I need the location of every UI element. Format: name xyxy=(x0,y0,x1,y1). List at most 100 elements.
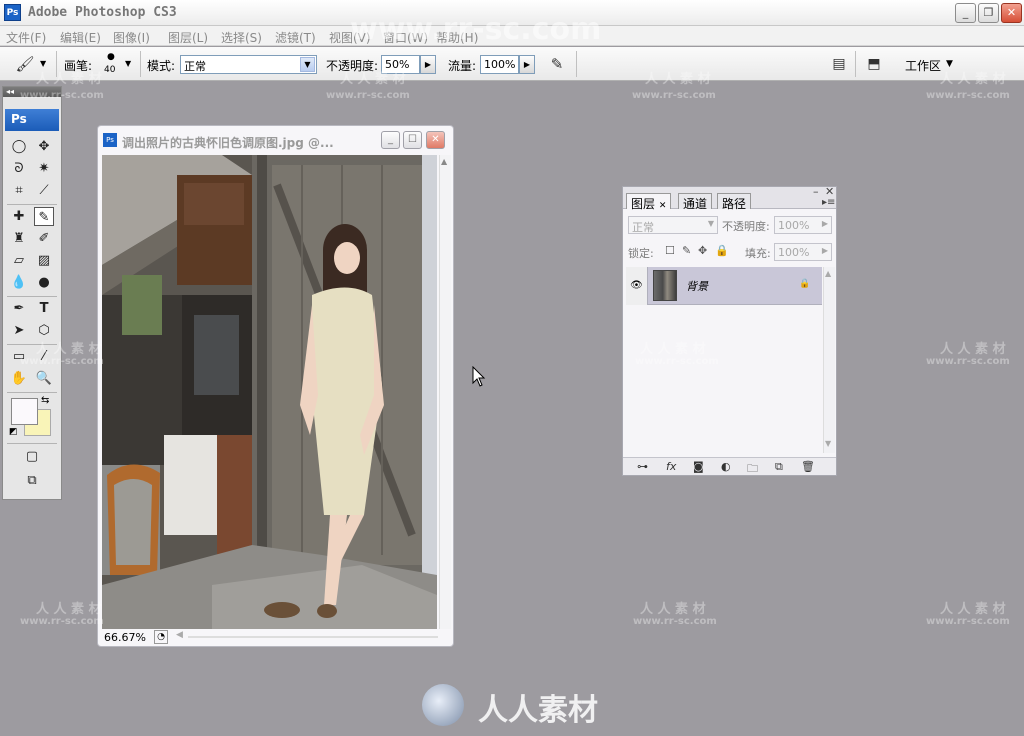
panel-minimize-icon[interactable]: – xyxy=(813,185,819,198)
menu-filter[interactable]: 滤镜(T) xyxy=(275,29,316,46)
move-tool-icon[interactable]: ✥ xyxy=(34,137,54,156)
screen-mode-icon[interactable]: ⧉ xyxy=(22,471,42,490)
layer-lock-icon: 🔒 xyxy=(799,279,811,289)
layer-opacity-value: 100% xyxy=(778,219,810,232)
healing-brush-tool-icon[interactable]: ✚ xyxy=(9,207,29,226)
minimize-button[interactable]: _ xyxy=(955,3,976,23)
separator xyxy=(855,51,856,77)
menu-edit[interactable]: 编辑(E) xyxy=(60,29,101,46)
quick-mask-icon[interactable]: ▢ xyxy=(22,447,42,466)
document-window: Ps 调出照片的古典怀旧色调原图.jpg @... _ ☐ ✕ ▲ 66.67%… xyxy=(97,125,454,647)
flow-input[interactable]: 100% xyxy=(480,55,519,74)
lock-position-icon[interactable]: ✥ xyxy=(698,244,707,257)
palette-well-icon[interactable]: ▤ xyxy=(828,53,850,75)
restore-button[interactable]: ❐ xyxy=(978,3,999,23)
workspace-button[interactable]: 工作区 xyxy=(905,57,941,74)
lock-all-icon[interactable]: 🔒 xyxy=(715,244,729,257)
tab-paths[interactable]: 路径 xyxy=(717,193,752,211)
chevron-down-icon: ▼ xyxy=(300,57,315,72)
adjustment-layer-icon[interactable]: ◐ xyxy=(721,460,731,473)
doc-minimize-button[interactable]: _ xyxy=(381,131,400,149)
brush-size[interactable]: 40 xyxy=(104,65,115,75)
document-horizontal-scrollbar[interactable] xyxy=(188,636,438,638)
new-layer-icon[interactable]: ⧉ xyxy=(775,460,783,474)
blur-tool-icon[interactable]: 💧 xyxy=(9,273,29,292)
tab-layers-label: 图层 xyxy=(631,197,656,211)
lock-image-icon[interactable]: ✎ xyxy=(682,244,691,257)
new-group-icon[interactable]: 🗀 xyxy=(747,460,758,479)
scroll-left-icon[interactable]: ◀ xyxy=(176,630,183,640)
layer-name[interactable]: 背景 xyxy=(686,278,708,294)
marquee-tool-icon[interactable]: ◯ xyxy=(9,137,29,156)
swap-colors-icon[interactable]: ⇆ xyxy=(41,395,49,406)
lock-transparent-icon[interactable]: ☐ xyxy=(665,244,675,257)
tab-close-icon[interactable]: ✕ xyxy=(659,201,667,211)
document-vertical-scrollbar[interactable]: ▲ xyxy=(439,155,451,629)
fill-input[interactable]: 100% ▶ xyxy=(774,243,832,261)
app-title: Adobe Photoshop CS3 xyxy=(28,5,177,20)
path-selection-tool-icon[interactable]: ➤ xyxy=(9,321,29,340)
history-brush-tool-icon[interactable]: ✐ xyxy=(34,229,54,248)
clone-stamp-tool-icon[interactable]: ♜ xyxy=(9,229,29,248)
doc-maximize-button[interactable]: ☐ xyxy=(403,131,422,149)
slice-tool-icon[interactable]: ⟋ xyxy=(34,181,54,200)
blend-mode-select[interactable]: 正常 ▼ xyxy=(628,216,718,234)
mode-value: 正常 xyxy=(184,60,206,73)
airbrush-icon[interactable]: ✎ xyxy=(546,53,568,75)
bridge-icon[interactable]: ⬒ xyxy=(863,53,885,75)
close-button[interactable]: ✕ xyxy=(1001,3,1022,23)
document-title-bar[interactable]: Ps 调出照片的古典怀旧色调原图.jpg @... _ ☐ ✕ xyxy=(98,126,453,154)
zoom-tool-icon[interactable]: 🔍 xyxy=(34,369,54,388)
magic-wand-tool-icon[interactable]: ✷ xyxy=(34,159,54,178)
lasso-tool-icon[interactable]: ᘐ xyxy=(9,159,29,178)
document-title: 调出照片的古典怀旧色调原图.jpg @... xyxy=(122,136,334,150)
layer-opacity-input[interactable]: 100% ▶ xyxy=(774,216,832,234)
panel-menu-icon[interactable]: ▸≡ xyxy=(822,197,835,208)
tab-channels[interactable]: 通道 xyxy=(678,193,713,211)
watermark-url: www.rr-sc.com xyxy=(633,616,717,627)
delete-layer-icon[interactable]: 🗑 xyxy=(801,460,815,473)
add-mask-icon[interactable]: ◙ xyxy=(693,460,704,473)
brush-tool-icon[interactable]: ✎ xyxy=(34,207,54,226)
mode-select[interactable]: 正常 ▼ xyxy=(180,55,317,74)
separator xyxy=(7,204,57,205)
watermark-url: www.rr-sc.com xyxy=(635,356,719,367)
pen-tool-icon[interactable]: ✒ xyxy=(9,299,29,318)
scroll-up-icon[interactable]: ▲ xyxy=(441,157,447,166)
visibility-eye-icon[interactable]: 👁 xyxy=(626,267,648,305)
gradient-tool-icon[interactable]: ▨ xyxy=(34,251,54,270)
menu-layer[interactable]: 图层(L) xyxy=(168,29,208,46)
flow-label: 流量: xyxy=(448,59,477,73)
foreground-color-swatch[interactable] xyxy=(11,398,38,425)
layer-opacity-label: 不透明度: xyxy=(722,220,770,233)
brush-tool-preset-icon[interactable]: 🖌 xyxy=(14,53,36,75)
zoom-level[interactable]: 66.67% xyxy=(104,631,146,644)
crop-tool-icon[interactable]: ⌗ xyxy=(9,181,29,200)
scroll-up-icon[interactable]: ▲ xyxy=(825,269,831,278)
flow-slider-button[interactable]: ▶ xyxy=(519,55,535,74)
scroll-down-icon[interactable]: ▼ xyxy=(825,439,831,448)
brush-picker-arrow-icon[interactable]: ▼ xyxy=(125,59,131,68)
separator xyxy=(576,51,577,77)
status-menu-icon[interactable]: ◔ xyxy=(154,630,168,644)
preset-dropdown-arrow-icon[interactable]: ▼ xyxy=(40,59,46,68)
layer-style-icon[interactable]: fx xyxy=(666,460,676,473)
menu-file[interactable]: 文件(F) xyxy=(6,29,46,46)
dodge-tool-icon[interactable]: ● xyxy=(34,273,54,292)
eraser-tool-icon[interactable]: ▱ xyxy=(9,251,29,270)
menu-image[interactable]: 图像(I) xyxy=(113,29,150,46)
layers-scrollbar[interactable]: ▲ ▼ xyxy=(823,267,835,453)
mode-label: 模式: xyxy=(147,59,176,73)
type-tool-icon[interactable]: T xyxy=(34,299,54,318)
hand-tool-icon[interactable]: ✋ xyxy=(9,369,29,388)
blend-chevron-down-icon: ▼ xyxy=(707,219,714,228)
photo-canvas[interactable] xyxy=(102,155,437,629)
tab-layers[interactable]: 图层 ✕ xyxy=(626,193,672,211)
link-layers-icon[interactable]: ⊶ xyxy=(637,460,648,473)
doc-close-button[interactable]: ✕ xyxy=(426,131,445,149)
opacity-slider-button[interactable]: ▶ xyxy=(420,55,436,74)
default-colors-icon[interactable]: ◩ xyxy=(9,427,18,437)
menu-select[interactable]: 选择(S) xyxy=(221,29,262,46)
layer-row-background[interactable]: 👁 背景 🔒 xyxy=(626,267,822,305)
brush-dot-icon[interactable]: ● xyxy=(107,52,115,62)
